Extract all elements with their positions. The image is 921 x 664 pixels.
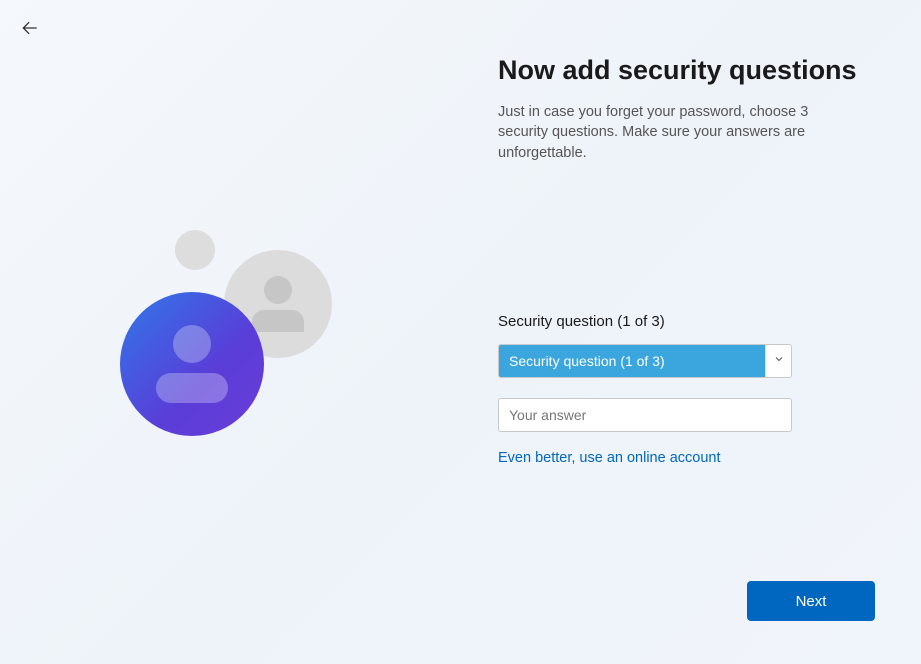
page-subtitle: Just in case you forget your password, c… — [498, 102, 858, 163]
security-question-select[interactable]: Security question (1 of 3) — [498, 344, 792, 378]
next-button[interactable]: Next — [747, 581, 875, 621]
select-value[interactable]: Security question (1 of 3) — [499, 345, 765, 377]
avatar-small-icon — [175, 230, 215, 270]
content-panel: Now add security questions Just in case … — [498, 55, 858, 466]
form-area: Security question (1 of 3) Security ques… — [498, 313, 792, 466]
chevron-down-icon — [773, 352, 785, 370]
avatar-large-icon — [120, 292, 264, 436]
answer-input[interactable] — [498, 398, 792, 432]
question-label: Security question (1 of 3) — [498, 313, 792, 330]
user-illustration — [120, 220, 380, 480]
back-arrow-icon — [20, 18, 40, 43]
back-button[interactable] — [18, 18, 42, 42]
page-title: Now add security questions — [498, 55, 858, 86]
online-account-link[interactable]: Even better, use an online account — [498, 450, 792, 466]
select-arrow-button[interactable] — [765, 345, 791, 377]
